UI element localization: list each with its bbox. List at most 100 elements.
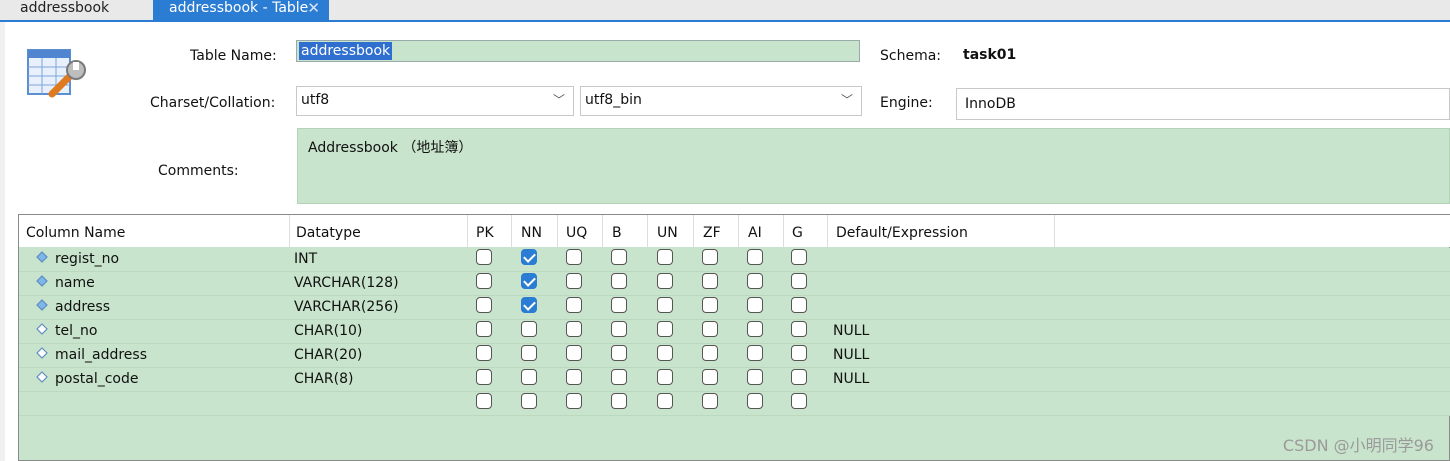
tab-addressbook[interactable]: addressbook [10,0,119,20]
flag-checkbox[interactable] [657,369,673,385]
flag-checkbox[interactable] [657,273,673,289]
flag-checkbox[interactable] [747,321,763,337]
flag-checkbox[interactable] [566,297,582,313]
flag-checkbox[interactable] [611,369,627,385]
column-name-cell[interactable]: postal_code [55,371,138,387]
table-row[interactable]: name VARCHAR(128) [19,272,1450,296]
default-cell[interactable]: NULL [833,323,869,339]
column-name-cell[interactable]: regist_no [55,251,119,267]
close-icon[interactable]: ✕ [307,0,320,17]
flag-checkbox[interactable] [611,273,627,289]
header-b[interactable]: B [612,225,622,241]
flag-checkbox[interactable] [791,393,807,409]
default-cell[interactable]: NULL [833,347,869,363]
flag-checkbox[interactable] [566,249,582,265]
flag-checkbox[interactable] [747,297,763,313]
flag-checkbox[interactable] [702,321,718,337]
flag-checkbox[interactable] [791,249,807,265]
flag-checkbox[interactable] [476,249,492,265]
flag-checkbox[interactable] [521,393,537,409]
flag-checkbox[interactable] [476,273,492,289]
table-name-input[interactable]: addressbook [296,40,860,62]
header-ai[interactable]: AI [748,225,762,241]
table-row[interactable]: postal_code CHAR(8) NULL [19,368,1450,392]
flag-checkbox[interactable] [566,321,582,337]
flag-checkbox[interactable] [747,273,763,289]
flag-checkbox[interactable] [702,369,718,385]
header-separator [1054,215,1055,247]
flag-checkbox[interactable] [611,393,627,409]
flag-checkbox[interactable] [702,273,718,289]
datatype-cell[interactable]: INT [294,251,317,267]
flag-checkbox[interactable] [747,369,763,385]
flag-checkbox[interactable] [657,297,673,313]
datatype-cell[interactable]: CHAR(10) [294,323,362,339]
flag-checkbox[interactable] [476,321,492,337]
column-name-cell[interactable]: address [55,299,110,315]
table-row[interactable] [19,392,1450,416]
header-default[interactable]: Default/Expression [836,225,968,241]
flag-checkbox[interactable] [791,297,807,313]
flag-checkbox[interactable] [611,297,627,313]
flag-checkbox[interactable] [611,321,627,337]
datatype-cell[interactable]: VARCHAR(128) [294,275,399,291]
flag-checkbox[interactable] [566,393,582,409]
flag-checkbox[interactable] [566,345,582,361]
header-uq[interactable]: UQ [566,225,587,241]
flag-checkbox[interactable] [566,369,582,385]
flag-checkbox[interactable] [747,249,763,265]
default-cell[interactable]: NULL [833,371,869,387]
header-pk[interactable]: PK [476,225,494,241]
comments-textarea[interactable]: Addressbook （地址簿） [297,128,1450,204]
flag-checkbox[interactable] [657,393,673,409]
header-un[interactable]: UN [657,225,678,241]
flag-checkbox[interactable] [657,321,673,337]
flag-checkbox[interactable] [657,249,673,265]
flag-checkbox[interactable] [702,249,718,265]
header-nn[interactable]: NN [521,225,542,241]
datatype-cell[interactable]: CHAR(8) [294,371,353,387]
collation-select[interactable]: utf8_bin ﹀ [580,86,862,116]
flag-checkbox[interactable] [566,273,582,289]
datatype-cell[interactable]: VARCHAR(256) [294,299,399,315]
flag-checkbox[interactable] [702,297,718,313]
datatype-cell[interactable]: CHAR(20) [294,347,362,363]
flag-checkbox[interactable] [747,393,763,409]
flag-checkbox[interactable] [611,345,627,361]
flag-checkbox[interactable] [476,393,492,409]
column-name-cell[interactable]: name [55,275,95,291]
flag-checkbox[interactable] [747,345,763,361]
header-column-name[interactable]: Column Name [26,225,125,241]
column-name-cell[interactable]: tel_no [55,323,97,339]
flag-checkbox[interactable] [521,369,537,385]
header-g[interactable]: G [792,225,803,241]
flag-checkbox[interactable] [476,297,492,313]
flag-checkbox[interactable] [476,369,492,385]
flag-checkbox[interactable] [476,345,492,361]
flag-checkbox[interactable] [791,321,807,337]
flag-checkbox[interactable] [791,273,807,289]
flag-checkbox[interactable] [791,369,807,385]
header-zf[interactable]: ZF [703,225,721,241]
engine-select[interactable]: InnoDB [956,88,1450,120]
flag-checkbox[interactable] [521,249,537,265]
flag-checkbox[interactable] [521,297,537,313]
table-wrench-icon [24,44,92,102]
flag-checkbox[interactable] [702,345,718,361]
flag-checkbox[interactable] [521,273,537,289]
flag-checkbox[interactable] [702,393,718,409]
flag-checkbox[interactable] [611,249,627,265]
flag-checkbox[interactable] [657,345,673,361]
flag-checkbox[interactable] [521,321,537,337]
flag-checkbox[interactable] [791,345,807,361]
table-row[interactable]: tel_no CHAR(10) NULL [19,320,1450,344]
table-row[interactable]: mail_address CHAR(20) NULL [19,344,1450,368]
collation-value: utf8_bin [585,92,642,108]
header-datatype[interactable]: Datatype [296,225,361,241]
flag-checkbox[interactable] [521,345,537,361]
table-row[interactable]: regist_no INT [19,248,1450,272]
tab-addressbook-table[interactable]: addressbook - Table ✕ [153,0,329,20]
charset-select[interactable]: utf8 ﹀ [296,86,574,116]
column-name-cell[interactable]: mail_address [55,347,147,363]
table-row[interactable]: address VARCHAR(256) [19,296,1450,320]
